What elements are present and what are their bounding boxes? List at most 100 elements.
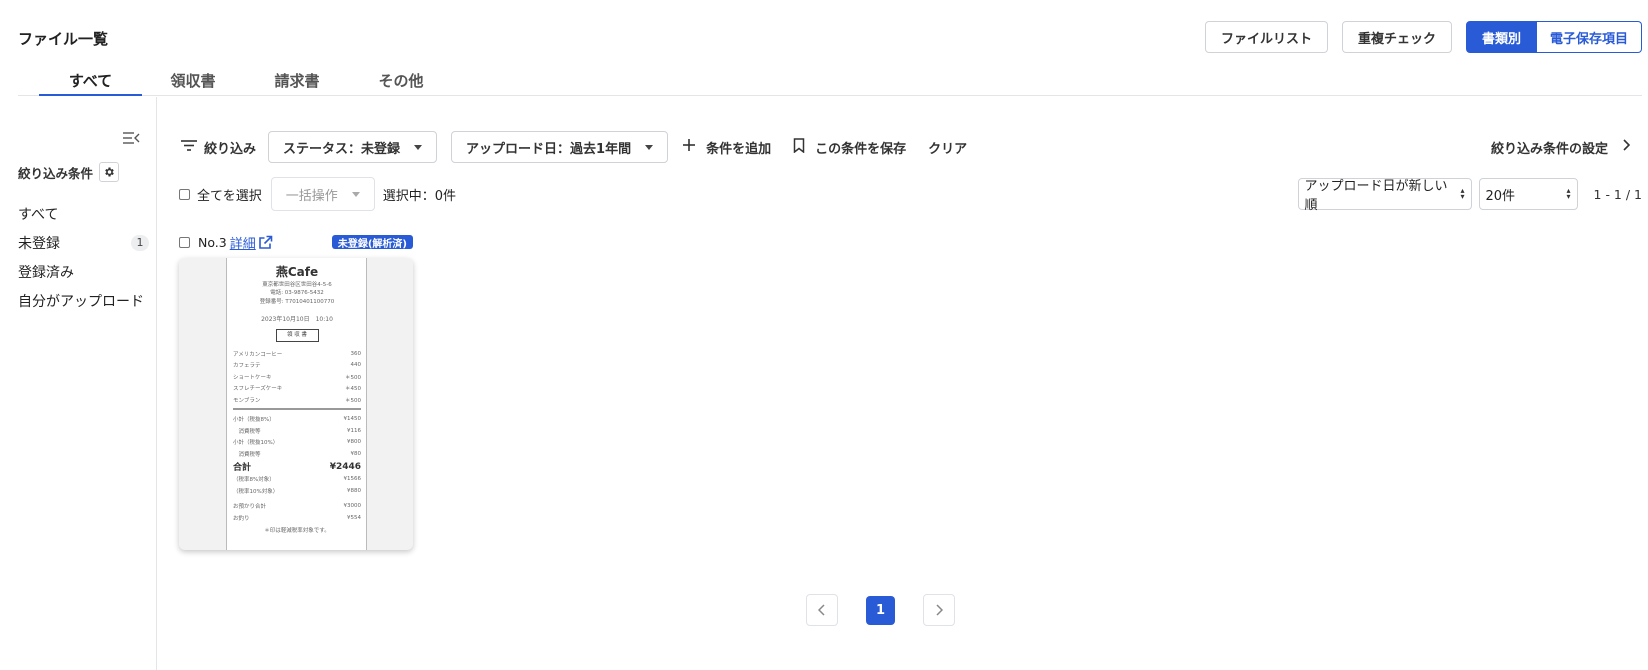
file-card-header: No.3 詳細 未登録(解析済) <box>179 233 413 252</box>
receipt-line: カフェラテ 440 <box>233 360 361 372</box>
receipt-payment-price: ¥554 <box>347 514 361 521</box>
filter-icon <box>180 138 198 156</box>
filter-toggle[interactable]: 絞り込み <box>180 138 256 157</box>
receipt-item-price: 360 <box>350 350 362 357</box>
receipt-subtotal-name: 小計（税抜8%） <box>233 417 275 424</box>
receipt-subtotal-price: ¥800 <box>347 439 361 446</box>
add-condition-label: 条件を追加 <box>706 141 772 157</box>
file-list-button[interactable]: ファイルリスト <box>1204 21 1328 53</box>
sidebar-item-all[interactable]: すべて <box>18 199 150 228</box>
status-badge: 未登録(解析済) <box>331 235 413 250</box>
bulk-action-dropdown[interactable]: 一括操作 <box>270 177 375 211</box>
sidebar-item-my-uploads[interactable]: 自分がアップロード <box>18 286 150 315</box>
receipt-total: 合計 ¥2446 <box>233 460 361 474</box>
sort-order-select[interactable]: アップロード日が新しい順 ▴ ▾ <box>1297 178 1472 213</box>
tab-invoices[interactable]: 請求書 <box>262 70 332 96</box>
collapse-sidebar-icon[interactable] <box>121 130 141 146</box>
receipt-total-value: ¥2446 <box>329 461 361 472</box>
filter-label: 絞り込み <box>204 141 257 157</box>
receipt-tax-name: （税率8%対象） <box>233 477 275 484</box>
receipt-line: （税率8%対象） ¥1566 <box>233 474 361 486</box>
receipt-shop-name: 燕Cafe <box>275 265 319 279</box>
next-page-button[interactable] <box>923 594 955 626</box>
receipt-line: （税率10%対象） ¥880 <box>233 485 361 497</box>
receipt-item-price: ＊450 <box>345 386 361 393</box>
per-page-select[interactable]: 20件 ▴ ▾ <box>1478 178 1578 210</box>
page-title: ファイル一覧 <box>18 30 109 48</box>
receipt-registration: 登録番号: T7010401100770 <box>259 298 335 305</box>
select-all[interactable]: 全てを選択 <box>179 185 262 204</box>
receipt-item-name: カフェラテ <box>233 363 261 370</box>
select-arrows-icon: ▴ ▾ <box>1460 186 1465 201</box>
receipt-line: 消費税等 ¥116 <box>233 425 362 437</box>
receipt-line: お釣り ¥554 <box>233 512 361 524</box>
duplicate-check-button[interactable]: 重複チェック <box>1341 21 1452 53</box>
top-actions: ファイルリスト 重複チェック 書類別 電子保存項目 <box>1204 21 1642 53</box>
file-number: No.3 <box>198 234 227 250</box>
file-checkbox[interactable] <box>179 236 190 248</box>
upload-date-dropdown-value: アップロード日：過去1年間 <box>466 141 632 157</box>
receipt-payment-name: お預かり合計 <box>233 504 267 511</box>
select-all-checkbox[interactable] <box>179 188 190 200</box>
receipt-items: アメリカンコーヒー 360 カフェラテ 440 ショートケーキ ＊500 スフレチーズ… <box>233 348 361 406</box>
view-toggle: 書類別 電子保存項目 <box>1465 21 1642 53</box>
receipt-subtotal-price: ¥80 <box>350 450 362 457</box>
receipt-line: スフレチーズケーキ ＊450 <box>233 383 361 395</box>
receipt-total-label: 合計 <box>233 463 252 474</box>
sidebar-item-unregistered[interactable]: 未登録 1 <box>18 228 150 257</box>
receipt-subtotal-name: 消費税等 <box>233 451 261 458</box>
prev-page-button[interactable] <box>806 594 838 626</box>
selection-bar: 全てを選択 一括操作 選択中：0件 <box>179 177 456 211</box>
receipt-address: 東京都世田谷区世田谷4-5-6 <box>262 282 332 288</box>
caret-down-icon <box>414 144 423 150</box>
sidebar-list: すべて 未登録 1 登録済み 自分がアップロード <box>18 199 150 315</box>
select-all-label: 全てを選択 <box>197 188 262 204</box>
filter-conditions-header: 絞り込み条件 <box>18 162 120 182</box>
caret-down-icon <box>645 144 654 150</box>
filter-bar: 絞り込み ステータス：未登録 アップロード日：過去1年間 条件を追加 この条件を… <box>180 131 989 163</box>
receipt-divider <box>233 407 361 410</box>
receipt-note: ＊印は軽減税率対象です。 <box>264 527 330 534</box>
receipt-subtotal-price: ¥1450 <box>343 416 362 423</box>
e-storage-items-button[interactable]: 電子保存項目 <box>1536 21 1642 53</box>
add-condition-button[interactable]: 条件を追加 <box>682 138 771 157</box>
tab-other[interactable]: その他 <box>366 70 436 96</box>
filter-settings-link[interactable]: 絞り込み条件の設定 <box>1490 131 1631 163</box>
sidebar-item-label: 登録済み <box>18 264 74 281</box>
tab-receipts[interactable]: 領収書 <box>158 70 228 96</box>
detail-link[interactable]: 詳細 <box>230 233 256 252</box>
receipt-line: 小計（税抜10%） ¥800 <box>233 437 361 449</box>
page-number-button[interactable]: 1 <box>866 595 895 625</box>
receipt-tax-price: ¥1566 <box>343 476 362 483</box>
receipt-line: 小計（税抜8%） ¥1450 <box>233 414 361 426</box>
receipt-item-name: モンブラン <box>233 397 261 404</box>
bulk-action-label: 一括操作 <box>285 188 338 204</box>
receipt-subtotal-name: 小計（税抜10%） <box>233 440 279 447</box>
status-dropdown-value: ステータス：未登録 <box>283 141 401 157</box>
receipt-subtotal-name: 消費税等 <box>233 428 261 435</box>
filter-conditions-label: 絞り込み条件 <box>18 165 94 181</box>
receipt-item-name: ショートケーキ <box>233 374 272 381</box>
by-document-type-button[interactable]: 書類別 <box>1465 21 1537 53</box>
receipt-line: お預かり合計 ¥3000 <box>233 501 361 513</box>
tab-bar: すべて 領収書 請求書 その他 <box>18 66 1642 96</box>
receipt-payment-name: お釣り <box>233 515 250 522</box>
status-dropdown[interactable]: ステータス：未登録 <box>268 131 438 163</box>
file-thumbnail[interactable]: 燕Cafe 東京都世田谷区世田谷4-5-6 電話: 03-9876-5432 登… <box>179 258 413 550</box>
receipt-line: 消費税等 ¥80 <box>233 448 362 460</box>
gear-icon[interactable] <box>99 162 120 182</box>
clear-button[interactable]: クリア <box>928 138 967 157</box>
external-link-icon[interactable] <box>258 235 273 250</box>
sort-bar: アップロード日が新しい順 ▴ ▾ 20件 ▴ ▾ 1 - 1 / 1 <box>1297 178 1642 213</box>
sidebar-item-registered[interactable]: 登録済み <box>18 257 150 286</box>
tab-all[interactable]: すべて <box>39 70 142 96</box>
receipt-phone: 電話: 03-9876-5432 <box>270 290 324 297</box>
save-condition-button[interactable]: この条件を保存 <box>793 137 907 157</box>
save-condition-label: この条件を保存 <box>815 141 907 157</box>
filter-settings-label: 絞り込み条件の設定 <box>1490 141 1608 157</box>
upload-date-dropdown[interactable]: アップロード日：過去1年間 <box>451 131 669 163</box>
chevron-left-icon <box>818 604 825 616</box>
chevron-right-icon <box>936 604 943 616</box>
sidebar-item-label: 未登録 <box>18 235 60 252</box>
receipt-tax-price: ¥880 <box>347 487 361 494</box>
